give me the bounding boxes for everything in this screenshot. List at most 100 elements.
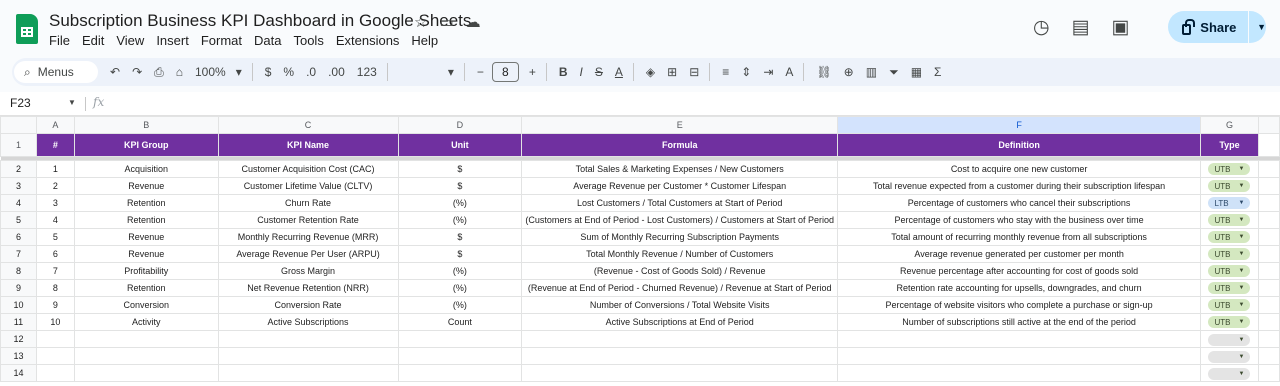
cell-unit[interactable] [397,364,523,382]
row-number[interactable]: 5 [0,211,37,229]
cell-definition[interactable]: Total revenue expected from a customer d… [837,177,1202,195]
row-number[interactable]: 9 [0,279,37,297]
menu-file[interactable]: File [49,33,70,48]
empty-dropdown-chip[interactable]: ▼ [1208,368,1251,380]
empty-cell[interactable] [1257,211,1280,229]
cell-formula[interactable]: (Revenue at End of Period - Churned Reve… [521,279,839,297]
comments-icon[interactable]: ▤ [1072,16,1090,39]
insert-chart-icon[interactable]: ▥ [866,65,877,79]
cell-definition[interactable]: Cost to acquire one new customer [837,160,1202,178]
cell-definition[interactable]: Average revenue generated per customer p… [837,245,1202,263]
cell-definition[interactable] [837,330,1202,348]
cell-num[interactable]: 9 [35,296,75,314]
row-number[interactable]: 12 [0,330,37,348]
cell-kpi-group[interactable]: Revenue [73,177,219,195]
print-icon[interactable]: ⎙ [154,65,164,80]
merge-cells-icon[interactable]: ⊟ [689,65,699,79]
cell-type[interactable]: UTB ▼ [1200,313,1259,331]
cell-kpi-name[interactable]: Conversion Rate [217,296,399,314]
header-kpi-name[interactable]: KPI Name [217,133,399,157]
currency-format-button[interactable]: $ [265,65,272,79]
menu-tools[interactable]: Tools [293,33,323,48]
font-size-increase-button[interactable]: + [529,65,536,79]
cell-type[interactable]: UTB ▼ [1200,177,1259,195]
cell-kpi-group[interactable]: Retention [73,211,219,229]
column-header-d[interactable]: D [397,116,523,134]
cell-unit[interactable]: (%) [397,296,523,314]
cell-unit[interactable] [397,330,523,348]
cell-unit[interactable]: $ [397,177,523,195]
menu-view[interactable]: View [116,33,144,48]
move-folder-icon[interactable]: ▭ [439,13,453,31]
share-button[interactable]: Share ▼ [1168,11,1266,43]
cell-unit[interactable]: $ [397,160,523,178]
cell-definition[interactable] [837,364,1202,382]
bold-button[interactable]: B [559,65,568,79]
percent-format-button[interactable]: % [283,65,294,79]
type-dropdown-chip[interactable]: UTB ▼ [1208,299,1251,311]
column-header-e[interactable]: E [521,116,839,134]
empty-cell[interactable] [1257,160,1280,178]
type-dropdown-chip[interactable]: LTB ▼ [1208,197,1251,209]
cell-unit[interactable]: (%) [397,211,523,229]
cell-kpi-group[interactable]: Conversion [73,296,219,314]
row-number[interactable]: 6 [0,228,37,246]
menu-help[interactable]: Help [411,33,438,48]
menu-format[interactable]: Format [201,33,242,48]
column-header-f[interactable]: F [837,116,1202,134]
star-icon[interactable]: ☆ [414,13,427,31]
type-dropdown-chip[interactable]: UTB ▼ [1208,316,1251,328]
header-definition[interactable]: Definition [837,133,1202,157]
vertical-align-icon[interactable]: ⇕ [741,65,751,79]
cell-type[interactable]: ▼ [1200,347,1259,365]
history-icon[interactable]: ◷ [1033,16,1050,39]
header-num[interactable]: # [35,133,75,157]
cell-formula[interactable] [521,347,839,365]
chevron-down-icon[interactable]: ▼ [1239,371,1245,377]
cell-unit[interactable]: $ [397,228,523,246]
type-dropdown-chip[interactable]: UTB ▼ [1208,248,1251,260]
cell-formula[interactable]: (Revenue - Cost of Goods Sold) / Revenue [521,262,839,280]
cell-formula[interactable]: Average Revenue per Customer * Customer … [521,177,839,195]
chevron-down-icon[interactable]: ▼ [1239,268,1245,274]
cell-kpi-name[interactable] [217,330,399,348]
empty-cell[interactable] [1257,194,1280,212]
chevron-down-icon[interactable]: ▾ [236,65,242,79]
select-all-corner[interactable] [0,116,37,134]
header-type[interactable]: Type [1200,133,1259,157]
cell-definition[interactable]: Revenue percentage after accounting for … [837,262,1202,280]
number-format-button[interactable]: 123 [357,65,377,79]
cell-kpi-name[interactable]: Active Subscriptions [217,313,399,331]
cell-type[interactable]: ▼ [1200,330,1259,348]
cell-formula[interactable]: (Customers at End of Period - Lost Custo… [521,211,839,229]
font-size-input[interactable]: 8 [491,62,519,82]
cell-kpi-group[interactable]: Revenue [73,228,219,246]
decrease-decimal-button[interactable]: .0 [306,65,316,79]
cell-kpi-name[interactable]: Customer Acquisition Cost (CAC) [217,160,399,178]
chevron-down-icon[interactable]: ▼ [1239,354,1245,360]
row-number[interactable]: 4 [0,194,37,212]
cell-unit[interactable]: (%) [397,262,523,280]
column-header-b[interactable]: B [73,116,219,134]
empty-cell[interactable] [1257,262,1280,280]
menu-insert[interactable]: Insert [156,33,189,48]
cell-type[interactable]: UTB ▼ [1200,262,1259,280]
cell-type[interactable]: UTB ▼ [1200,245,1259,263]
cell-num[interactable]: 8 [35,279,75,297]
cell-kpi-group[interactable]: Retention [73,279,219,297]
cell-kpi-group[interactable]: Profitability [73,262,219,280]
chevron-down-icon[interactable]: ▼ [1239,251,1245,257]
name-box[interactable]: F23 [10,96,31,110]
document-title[interactable]: Subscription Business KPI Dashboard in G… [49,11,471,31]
cell-kpi-group[interactable]: Revenue [73,245,219,263]
chevron-down-icon[interactable]: ▼ [1257,22,1266,32]
row-number[interactable]: 1 [0,133,37,157]
menu-extensions[interactable]: Extensions [336,33,400,48]
menu-edit[interactable]: Edit [82,33,104,48]
cell-formula[interactable]: Total Monthly Revenue / Number of Custom… [521,245,839,263]
row-number[interactable]: 8 [0,262,37,280]
type-dropdown-chip[interactable]: UTB ▼ [1208,282,1251,294]
cell-formula[interactable] [521,330,839,348]
cell-num[interactable]: 4 [35,211,75,229]
cell-kpi-name[interactable]: Customer Retention Rate [217,211,399,229]
